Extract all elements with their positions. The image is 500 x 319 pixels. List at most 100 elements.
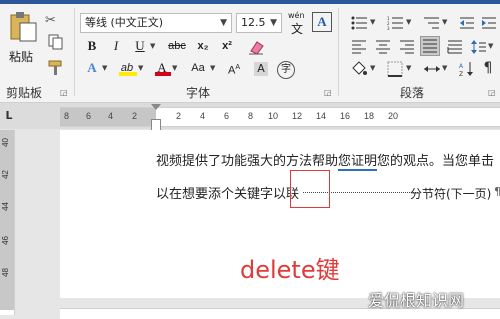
change-case-dropdown-arrow[interactable]: ▼ bbox=[210, 64, 215, 72]
paste-icon bbox=[10, 12, 37, 42]
italic-button[interactable]: I bbox=[106, 36, 126, 56]
underline-dropdown-arrow[interactable]: ▼ bbox=[150, 42, 155, 50]
align-center-icon bbox=[376, 40, 390, 54]
strikethrough-label: abc bbox=[168, 40, 186, 52]
character-shading-swatch: A bbox=[254, 62, 268, 76]
tab-selector-button[interactable]: L bbox=[2, 108, 16, 124]
subscript-label: x₂ bbox=[197, 40, 209, 52]
bullets-button[interactable] bbox=[348, 12, 370, 32]
borders-dropdown-arrow[interactable]: ▼ bbox=[406, 64, 411, 72]
format-painter-button[interactable] bbox=[44, 58, 66, 76]
clipboard-dialog-launcher[interactable]: ◲ bbox=[60, 88, 68, 97]
vertical-ruler[interactable]: 40 42 44 46 48 bbox=[0, 130, 15, 315]
numbering-button[interactable]: 1 2 3 bbox=[384, 12, 406, 32]
strikethrough-button[interactable]: abc bbox=[164, 36, 190, 56]
font-size-value: 12.5 bbox=[241, 16, 266, 29]
change-case-label: Aa bbox=[191, 62, 205, 74]
chevron-down-icon: ▼ bbox=[270, 18, 277, 28]
borders-button[interactable] bbox=[384, 58, 406, 78]
eraser-icon bbox=[249, 41, 264, 55]
subscript-button[interactable]: x₂ bbox=[192, 36, 214, 56]
bullets-dropdown-arrow[interactable]: ▼ bbox=[370, 18, 375, 26]
grow-font-superscript: A bbox=[235, 64, 240, 71]
enclose-characters-button[interactable]: 字 bbox=[274, 58, 296, 80]
bold-button[interactable]: B bbox=[82, 36, 102, 56]
ruler-number: 6 bbox=[224, 111, 230, 121]
grow-font-button[interactable]: AA bbox=[224, 58, 244, 78]
chinese-layout-icon bbox=[424, 66, 440, 72]
enclose-characters-label: 字 bbox=[277, 61, 295, 79]
text-effects-dropdown-arrow[interactable]: ▼ bbox=[102, 64, 107, 72]
justify-icon bbox=[423, 39, 437, 53]
decrease-indent-button[interactable] bbox=[456, 12, 476, 32]
distributed-icon bbox=[447, 40, 462, 54]
text-effects-button[interactable]: A bbox=[82, 58, 102, 78]
font-color-button[interactable]: A bbox=[152, 58, 172, 78]
borders-icon bbox=[387, 61, 403, 77]
font-dialog-launcher[interactable]: ◲ bbox=[324, 88, 332, 97]
italic-label: I bbox=[113, 38, 119, 53]
font-size-dropdown[interactable]: 12.5 ▼ bbox=[236, 13, 282, 33]
multilevel-list-icon bbox=[424, 17, 439, 29]
phonetic-guide-button[interactable]: wén 文 bbox=[286, 10, 310, 36]
align-left-button[interactable] bbox=[348, 36, 368, 56]
document-line-2[interactable]: 以在想要添个关键字以联 bbox=[156, 183, 299, 202]
pilcrow-icon: ¶ bbox=[483, 60, 493, 76]
highlight-dropdown-arrow[interactable]: ▼ bbox=[138, 64, 143, 72]
ruler-number: 10 bbox=[268, 111, 279, 121]
underline-button[interactable]: U bbox=[130, 36, 150, 56]
ruler-number: 4 bbox=[200, 111, 206, 121]
justify-button[interactable] bbox=[420, 36, 440, 56]
change-case-button[interactable]: Aa bbox=[186, 58, 210, 78]
character-border-button[interactable]: A bbox=[312, 12, 332, 32]
ruler-number: 20 bbox=[388, 111, 399, 121]
line1-underlined-text[interactable]: 您证明 bbox=[338, 154, 378, 171]
distributed-button[interactable] bbox=[444, 36, 464, 56]
clear-formatting-button[interactable] bbox=[244, 36, 266, 56]
document-line-1[interactable]: 视频提供了功能强大的方法帮助您证明您的观点。当您单击 bbox=[156, 150, 494, 171]
svg-text:3: 3 bbox=[387, 26, 390, 30]
bullets-icon bbox=[351, 16, 367, 30]
cut-button[interactable]: ✂ bbox=[44, 8, 66, 28]
copy-button[interactable] bbox=[44, 32, 66, 50]
align-right-button[interactable] bbox=[396, 36, 416, 56]
line-spacing-dropdown-arrow[interactable]: ▼ bbox=[488, 42, 493, 50]
numbering-dropdown-arrow[interactable]: ▼ bbox=[406, 18, 411, 26]
paste-label: 粘贴 bbox=[9, 50, 34, 64]
copy-icon bbox=[48, 34, 63, 50]
first-line-indent-marker[interactable] bbox=[151, 104, 161, 110]
paste-button[interactable]: 粘贴 bbox=[2, 8, 42, 68]
align-right-icon bbox=[400, 40, 414, 54]
multilevel-list-dropdown-arrow[interactable]: ▼ bbox=[442, 18, 447, 26]
text-effects-label: A bbox=[87, 60, 97, 75]
underline-label: U bbox=[135, 38, 145, 53]
font-name-dropdown[interactable]: 等线 (中文正文) ▼ bbox=[80, 13, 232, 33]
line-spacing-button[interactable] bbox=[468, 36, 488, 56]
horizontal-ruler[interactable]: 8 6 4 2 2 4 6 8 10 12 14 16 18 20 bbox=[60, 107, 500, 127]
separator bbox=[74, 8, 75, 96]
chinese-layout-dropdown-arrow[interactable]: ▼ bbox=[442, 64, 447, 72]
align-center-button[interactable] bbox=[372, 36, 392, 56]
phonetic-guide-char: 文 bbox=[291, 22, 304, 36]
character-shading-button[interactable]: A bbox=[250, 58, 270, 78]
line1-text-before: 视频提供了功能强大的方法帮助 bbox=[156, 154, 339, 169]
document-page[interactable]: 视频提供了功能强大的方法帮助您证明您的观点。当您单击 以在想要添个关键字以联 分… bbox=[60, 130, 500, 298]
line-spacing-icon bbox=[471, 40, 486, 54]
highlight-button[interactable]: ab bbox=[116, 58, 138, 78]
scissors-icon: ✂ bbox=[45, 13, 56, 28]
sort-button[interactable]: A Z bbox=[456, 58, 476, 78]
chinese-layout-button[interactable] bbox=[420, 58, 442, 78]
chevron-down-icon: ▼ bbox=[220, 18, 227, 28]
increase-indent-button[interactable] bbox=[478, 12, 498, 32]
annotation-highlight-box bbox=[290, 170, 330, 208]
font-color-dropdown-arrow[interactable]: ▼ bbox=[172, 64, 177, 72]
separator bbox=[338, 8, 339, 96]
line2-text: 以在想要添个关键字以联 bbox=[156, 187, 300, 202]
multilevel-list-button[interactable] bbox=[420, 12, 442, 32]
shading-button[interactable] bbox=[348, 58, 370, 78]
shading-dropdown-arrow[interactable]: ▼ bbox=[370, 64, 375, 72]
clipboard-group-label: 剪贴板 bbox=[6, 86, 43, 100]
superscript-button[interactable]: x² bbox=[216, 36, 238, 56]
show-hide-marks-button[interactable]: ¶ bbox=[478, 58, 498, 78]
paragraph-dialog-launcher[interactable]: ◲ bbox=[488, 88, 496, 97]
